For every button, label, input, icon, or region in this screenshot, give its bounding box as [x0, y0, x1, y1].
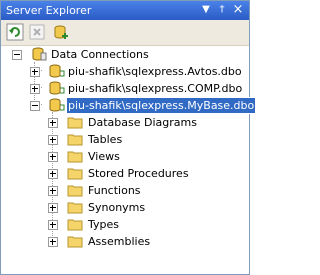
tree-node-label: Synonyms: [88, 201, 146, 214]
expand-toggle-icon[interactable]: [48, 118, 58, 128]
tree-node-label: Database Diagrams: [88, 116, 197, 129]
expand-toggle-icon[interactable]: [48, 169, 58, 179]
tree-node-label: Views: [88, 150, 120, 163]
server-explorer-panel: Server Explorer ▼ † × Data Connections p…: [0, 0, 257, 275]
tree-node-folder-database-diagrams[interactable]: Database Diagrams: [1, 114, 241, 131]
folder-icon: [67, 134, 83, 146]
refresh-button[interactable]: [6, 23, 24, 41]
tree-node-connection[interactable]: piu-shafik\sqlexpress.COMP.dbo: [1, 80, 243, 97]
toolbar: [1, 20, 249, 46]
auto-hide-pin-icon[interactable]: †: [215, 3, 229, 17]
folder-icon: [67, 202, 83, 214]
tree-node-folder-stored-procedures[interactable]: Stored Procedures: [1, 165, 241, 182]
folder-icon: [67, 117, 83, 129]
tree-node-connection-selected[interactable]: piu-shafik\sqlexpress.MyBase.dbo: [1, 97, 257, 114]
close-icon[interactable]: ×: [231, 3, 245, 17]
tree-node-label: Stored Procedures: [88, 167, 189, 180]
folder-icon: [67, 151, 83, 163]
tree-node-folder-synonyms[interactable]: Synonyms: [1, 199, 241, 216]
tree-node-label: piu-shafik\sqlexpress.Avtos.dbo: [68, 65, 242, 78]
tree-node-folder-assemblies[interactable]: Assemblies: [1, 233, 241, 250]
expand-toggle-icon[interactable]: [48, 237, 58, 247]
expand-toggle-icon[interactable]: [48, 220, 58, 230]
expand-toggle-icon[interactable]: [48, 135, 58, 145]
refresh-icon: [6, 23, 24, 41]
stop-icon: [29, 24, 45, 40]
expand-toggle-icon[interactable]: [30, 84, 40, 94]
tree-node-folder-functions[interactable]: Functions: [1, 182, 241, 199]
tree-node-label: piu-shafik\sqlexpress.MyBase.dbo: [65, 97, 257, 114]
folder-icon: [67, 168, 83, 180]
tree-node-label: Data Connections: [51, 48, 149, 61]
title-bar: Server Explorer ▼ † ×: [1, 1, 249, 20]
tree-node-folder-types[interactable]: Types: [1, 216, 241, 233]
database-connection-icon: [49, 81, 65, 95]
tree-node-label: Types: [88, 218, 119, 231]
tree-node-folder-views[interactable]: Views: [1, 148, 241, 165]
server-tree: Data Connections piu-shafik\sqlexpress.A…: [1, 46, 257, 274]
tree-node-label: Tables: [88, 133, 123, 146]
tree-node-label: Assemblies: [88, 235, 151, 248]
expand-toggle-icon[interactable]: [48, 203, 58, 213]
database-connection-icon: [49, 64, 65, 78]
stop-refresh-button[interactable]: [28, 23, 46, 41]
panel-title: Server Explorer: [6, 4, 92, 17]
folder-icon: [67, 219, 83, 231]
tree-node-label: Functions: [88, 184, 141, 197]
folder-icon: [67, 236, 83, 248]
database-connection-icon: [49, 98, 65, 112]
collapse-toggle-icon[interactable]: [12, 50, 22, 60]
tree-node-folder-tables[interactable]: Tables: [1, 131, 241, 148]
expand-toggle-icon[interactable]: [30, 67, 40, 77]
collapse-toggle-icon[interactable]: [30, 101, 40, 111]
folder-icon: [67, 185, 83, 197]
connect-to-database-button[interactable]: [52, 23, 70, 41]
tree-node-data-connections[interactable]: Data Connections: [1, 46, 241, 63]
expand-toggle-icon[interactable]: [48, 186, 58, 196]
add-connection-icon: [54, 25, 68, 39]
expand-toggle-icon[interactable]: [48, 152, 58, 162]
data-connections-icon: [32, 47, 47, 61]
window-position-dropdown-icon[interactable]: ▼: [199, 3, 213, 17]
tree-node-label: piu-shafik\sqlexpress.COMP.dbo: [68, 82, 243, 95]
tree-node-connection[interactable]: piu-shafik\sqlexpress.Avtos.dbo: [1, 63, 242, 80]
